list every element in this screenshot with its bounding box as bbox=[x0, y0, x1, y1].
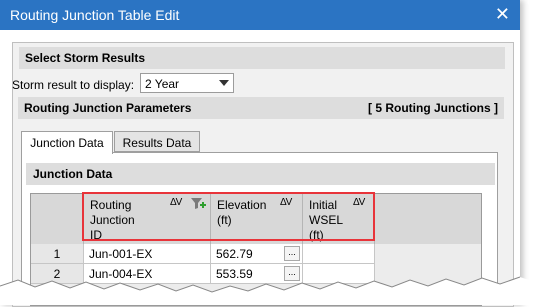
storm-result-value: 2 Year bbox=[145, 77, 180, 91]
header-line: Elevation bbox=[217, 198, 267, 212]
section-title: Routing Junction Parameters bbox=[24, 101, 192, 115]
column-header-routing-junction-id[interactable]: Routing Junction ID ΔV bbox=[84, 194, 211, 244]
sort-icon[interactable]: ΔV bbox=[170, 197, 182, 208]
select-storm-results-header: Select Storm Results bbox=[19, 47, 505, 69]
cell-text: Jun-001-EX bbox=[89, 247, 153, 261]
storm-result-select[interactable]: 2 Year bbox=[140, 73, 234, 93]
sort-icon[interactable]: ΔV bbox=[280, 197, 292, 208]
row-number[interactable]: 1 bbox=[31, 244, 84, 264]
cell-routing-junction-id[interactable]: Jun-001-EX bbox=[84, 244, 211, 264]
panel-title: Junction Data bbox=[33, 167, 113, 181]
tab-label: Junction Data bbox=[30, 136, 104, 150]
title-bar: Routing Junction Table Edit ✕ bbox=[0, 0, 520, 30]
header-line: ID bbox=[90, 228, 102, 242]
cell-elevation[interactable]: 562.79 ... bbox=[211, 244, 303, 264]
chevron-down-icon[interactable] bbox=[219, 80, 229, 86]
filter-add-icon[interactable] bbox=[190, 197, 206, 211]
header-line: Routing bbox=[90, 198, 132, 212]
empty-header-space bbox=[375, 194, 481, 244]
column-header-elevation[interactable]: Elevation (ft) ΔV bbox=[211, 194, 303, 244]
storm-result-label: Storm result to display: bbox=[12, 78, 135, 92]
header-line: (ft) bbox=[217, 213, 232, 227]
tab-label: Results Data bbox=[122, 136, 192, 150]
close-icon[interactable]: ✕ bbox=[495, 4, 510, 25]
row-number-text: 1 bbox=[53, 247, 61, 261]
window-title: Routing Junction Table Edit bbox=[10, 7, 180, 23]
torn-edge bbox=[0, 276, 535, 305]
cell-text: 562.79 bbox=[216, 247, 253, 261]
routing-junction-count: [ 5 Routing Junctions ] bbox=[368, 101, 498, 115]
cell-initial-wsel[interactable] bbox=[303, 244, 375, 264]
header-line: Junction bbox=[90, 213, 135, 227]
routing-junction-parameters-header: Routing Junction Parameters [ 5 Routing … bbox=[18, 97, 504, 119]
header-line: WSEL bbox=[309, 213, 344, 227]
sort-icon[interactable]: ΔV bbox=[353, 197, 365, 208]
header-line: (ft) bbox=[309, 228, 324, 242]
routing-junction-table-edit-window: Routing Junction Table Edit ✕ Select Sto… bbox=[0, 0, 520, 307]
tab-junction-data[interactable]: Junction Data bbox=[21, 131, 113, 154]
column-header-label: Routing Junction ID bbox=[90, 198, 150, 243]
tab-results-data[interactable]: Results Data bbox=[114, 131, 200, 152]
column-header-label: Elevation (ft) bbox=[217, 198, 277, 228]
junction-data-header: Junction Data bbox=[26, 163, 495, 185]
row-header-corner bbox=[31, 194, 84, 244]
column-header-initial-wsel[interactable]: Initial WSEL (ft) ΔV bbox=[303, 194, 375, 244]
ellipsis-button[interactable]: ... bbox=[284, 246, 300, 261]
section-title: Select Storm Results bbox=[25, 51, 146, 65]
